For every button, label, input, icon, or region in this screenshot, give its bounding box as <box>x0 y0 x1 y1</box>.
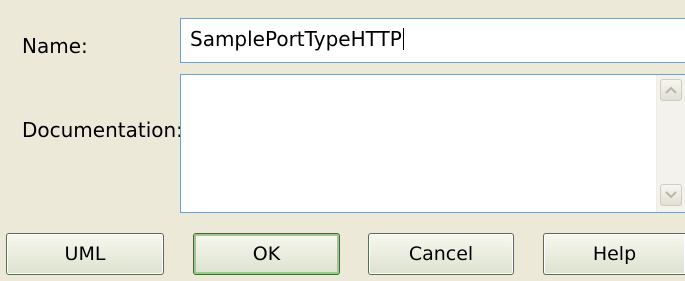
documentation-label: Documentation: <box>22 118 183 142</box>
cancel-button[interactable]: Cancel <box>368 233 514 275</box>
chevron-down-icon <box>665 191 677 199</box>
name-input-value: SamplePortTypeHTTP <box>190 27 402 51</box>
ok-button[interactable]: OK <box>193 233 340 275</box>
scroll-down-button[interactable] <box>660 184 682 206</box>
scroll-up-button[interactable] <box>660 79 682 101</box>
help-button[interactable]: Help <box>543 233 685 275</box>
documentation-text[interactable] <box>181 75 656 212</box>
text-caret <box>402 28 404 50</box>
documentation-textarea[interactable] <box>180 74 685 213</box>
name-label: Name: <box>22 34 88 58</box>
chevron-up-icon <box>665 86 677 94</box>
uml-button[interactable]: UML <box>6 233 164 275</box>
documentation-scrollbar[interactable] <box>656 75 685 212</box>
port-type-dialog: Name: SamplePortTypeHTTP Documentation: … <box>0 0 685 281</box>
name-input[interactable]: SamplePortTypeHTTP <box>180 18 685 63</box>
